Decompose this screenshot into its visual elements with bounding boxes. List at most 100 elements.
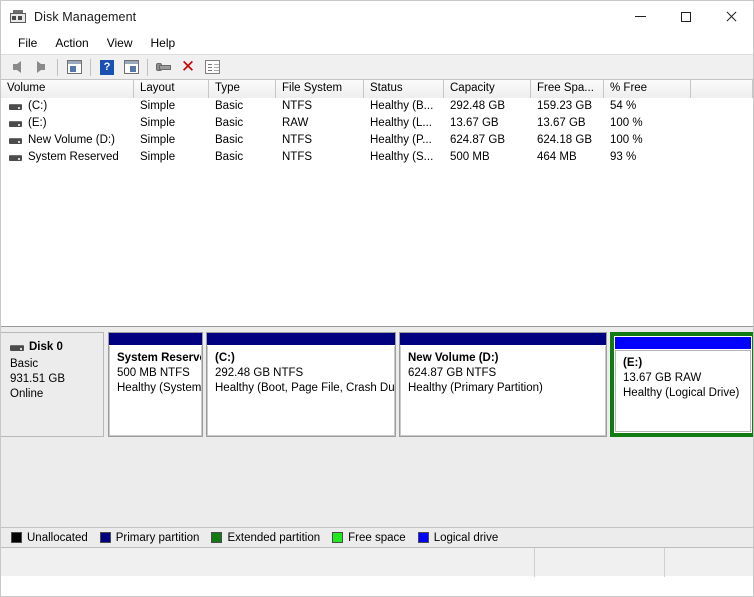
drive-icon <box>9 155 22 161</box>
partition-title: (E:) <box>623 356 744 371</box>
partition-c[interactable]: (C:) 292.48 GB NTFS Healthy (Boot, Page … <box>206 332 396 437</box>
legend-swatch-free-space <box>332 532 343 543</box>
legend-item-primary-partition: Primary partition <box>100 532 200 544</box>
cell-percent-free: 54 % <box>604 98 691 115</box>
disk-row-0: Disk 0 Basic 931.51 GB Online System Res… <box>1 332 753 437</box>
cell-percent-free: 100 % <box>604 115 691 132</box>
partition-details: (C:) 292.48 GB NTFS Healthy (Boot, Page … <box>207 346 395 436</box>
partition-usage-bar <box>615 337 751 350</box>
cell-volume-label: New Volume (D:) <box>28 132 115 149</box>
show-hide-console-tree-button[interactable] <box>63 56 85 78</box>
menu-bar: File Action View Help <box>1 32 753 54</box>
column-header-layout[interactable]: Layout <box>134 80 209 98</box>
partition-size: 13.67 GB RAW <box>623 371 744 386</box>
partition-size: 624.87 GB NTFS <box>408 366 599 381</box>
partition-new-volume-d[interactable]: New Volume (D:) 624.87 GB NTFS Healthy (… <box>399 332 607 437</box>
menu-item-file[interactable]: File <box>9 34 46 52</box>
back-button[interactable] <box>6 56 28 78</box>
column-header-percent-free[interactable]: % Free <box>604 80 691 98</box>
toolbar-separator <box>90 59 91 76</box>
cell-capacity: 292.48 GB <box>444 98 531 115</box>
partition-details: (E:) 13.67 GB RAW Healthy (Logical Drive… <box>615 350 751 432</box>
cell-type: Basic <box>209 132 276 149</box>
legend-item-logical-drive: Logical drive <box>418 532 499 544</box>
cell-capacity: 500 MB <box>444 149 531 166</box>
partition-size: 292.48 GB NTFS <box>215 366 388 381</box>
show-hide-action-pane-button[interactable] <box>120 56 142 78</box>
menu-item-view[interactable]: View <box>98 34 142 52</box>
disk-management-icon <box>10 9 26 25</box>
column-header-volume[interactable]: Volume <box>1 80 134 98</box>
column-header-file-system[interactable]: File System <box>276 80 364 98</box>
partition-title: New Volume (D:) <box>408 351 599 366</box>
properties-button[interactable] <box>201 56 223 78</box>
disk-management-window: Disk Management File Action View Help <box>0 0 754 597</box>
partition-status: Healthy (Logical Drive) <box>623 386 744 401</box>
cell-volume: (C:) <box>1 98 134 115</box>
partition-title: System Reserved <box>117 351 195 366</box>
partition-system-reserved[interactable]: System Reserved 500 MB NTFS Healthy (Sys… <box>108 332 203 437</box>
table-row[interactable]: (E:) Simple Basic RAW Healthy (L... 13.6… <box>1 115 753 132</box>
drive-icon <box>9 104 22 110</box>
cell-volume-label: System Reserved <box>28 149 119 166</box>
legend-swatch-logical-drive <box>418 532 429 543</box>
cell-status: Healthy (P... <box>364 132 444 149</box>
rescan-disks-button[interactable] <box>153 56 175 78</box>
cell-file-system: NTFS <box>276 98 364 115</box>
disk-type: Basic <box>10 357 103 372</box>
title-bar: Disk Management <box>1 1 753 32</box>
help-button[interactable]: ? <box>96 56 118 78</box>
column-header-status[interactable]: Status <box>364 80 444 98</box>
menu-item-help[interactable]: Help <box>142 34 185 52</box>
minimize-button[interactable] <box>618 1 663 32</box>
window-title: Disk Management <box>34 10 136 24</box>
legend-label: Extended partition <box>227 532 320 544</box>
cell-file-system: NTFS <box>276 149 364 166</box>
forward-button[interactable] <box>30 56 52 78</box>
cell-layout: Simple <box>134 132 209 149</box>
close-button[interactable] <box>708 1 753 32</box>
cell-free-space: 13.67 GB <box>531 115 604 132</box>
partition-details: System Reserved 500 MB NTFS Healthy (Sys… <box>109 346 202 436</box>
cell-volume: New Volume (D:) <box>1 132 134 149</box>
partition-usage-bar <box>207 333 395 346</box>
column-header-empty[interactable] <box>691 80 753 98</box>
cell-status: Healthy (S... <box>364 149 444 166</box>
cell-volume: System Reserved <box>1 149 134 166</box>
disk-info-panel[interactable]: Disk 0 Basic 931.51 GB Online <box>1 332 104 437</box>
partition-strip: System Reserved 500 MB NTFS Healthy (Sys… <box>104 332 753 437</box>
table-row[interactable]: System Reserved Simple Basic NTFS Health… <box>1 149 753 166</box>
cell-percent-free: 93 % <box>604 149 691 166</box>
legend-swatch-primary-partition <box>100 532 111 543</box>
cell-type: Basic <box>209 98 276 115</box>
column-header-free-space[interactable]: Free Spa... <box>531 80 604 98</box>
close-icon <box>725 11 737 23</box>
properties-icon <box>205 60 220 74</box>
cell-free-space: 464 MB <box>531 149 604 166</box>
status-segment-main <box>1 548 535 577</box>
table-row[interactable]: (C:) Simple Basic NTFS Healthy (B... 292… <box>1 98 753 115</box>
toolbar: ? ✕ <box>1 54 753 80</box>
delete-button[interactable]: ✕ <box>177 56 199 78</box>
minimize-icon <box>635 16 646 17</box>
legend-item-free-space: Free space <box>332 532 406 544</box>
maximize-icon <box>681 12 691 22</box>
cell-volume-label: (C:) <box>28 98 47 115</box>
legend-label: Free space <box>348 532 406 544</box>
cell-volume: (E:) <box>1 115 134 132</box>
toolbar-separator <box>147 59 148 76</box>
maximize-button[interactable] <box>663 1 708 32</box>
partition-e-selected[interactable]: (E:) 13.67 GB RAW Healthy (Logical Drive… <box>610 332 753 437</box>
menu-item-action[interactable]: Action <box>46 34 97 52</box>
column-header-type[interactable]: Type <box>209 80 276 98</box>
table-row[interactable]: New Volume (D:) Simple Basic NTFS Health… <box>1 132 753 149</box>
delete-icon: ✕ <box>181 59 195 76</box>
help-icon: ? <box>100 60 114 75</box>
column-header-capacity[interactable]: Capacity <box>444 80 531 98</box>
cell-free-space: 159.23 GB <box>531 98 604 115</box>
cell-type: Basic <box>209 149 276 166</box>
partition-status: Healthy (Primary Partition) <box>408 381 599 396</box>
cell-status: Healthy (B... <box>364 98 444 115</box>
legend-label: Primary partition <box>116 532 200 544</box>
forward-arrow-icon <box>37 61 45 73</box>
